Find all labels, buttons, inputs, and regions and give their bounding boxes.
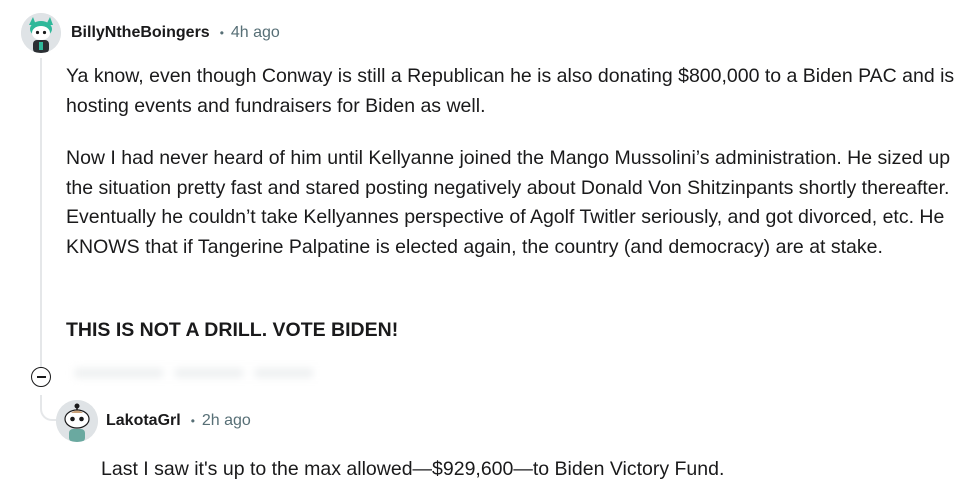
- comment-paragraph: THIS IS NOT A DRILL. VOTE BIDEN!: [66, 319, 399, 341]
- reply-header: LakotaGrl • 2h ago: [106, 412, 251, 430]
- comment-actions-blurred: [74, 360, 344, 386]
- reply-text: Last I saw it's up to the max allowed—$9…: [101, 458, 725, 480]
- reply-connector-line: [40, 395, 56, 421]
- username-link[interactable]: LakotaGrl: [106, 412, 181, 430]
- comment-paragraph: Now I had never heard of him until Kelly…: [66, 147, 951, 258]
- avatar[interactable]: [56, 400, 98, 442]
- snoo-avatar-icon: [56, 400, 98, 442]
- separator-dot: •: [219, 26, 224, 40]
- collapse-thread-icon: [36, 376, 46, 378]
- timestamp[interactable]: 4h ago: [231, 24, 280, 42]
- comment-header: BillyNtheBoingers • 4h ago: [71, 24, 280, 42]
- avatar[interactable]: [21, 13, 61, 53]
- comment-paragraph: Ya know, even though Conway is still a R…: [66, 65, 955, 117]
- snoo-avatar-icon: [21, 13, 61, 53]
- separator-dot: •: [190, 414, 195, 428]
- thread-line[interactable]: [40, 58, 42, 368]
- timestamp[interactable]: 2h ago: [202, 412, 251, 430]
- comment-thread: BillyNtheBoingers • 4h ago Ya know, even…: [0, 0, 980, 493]
- username-link[interactable]: BillyNtheBoingers: [71, 24, 210, 42]
- collapse-thread-button[interactable]: [31, 367, 51, 387]
